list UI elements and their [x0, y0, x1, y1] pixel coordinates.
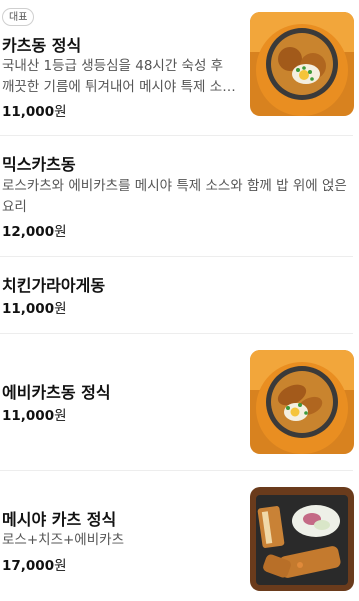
katsu-set-image	[250, 487, 354, 591]
menu-item-name: 믹스카츠동	[2, 155, 76, 174]
menu-item-price: 12,000원	[2, 224, 67, 240]
menu-item-name: 에비카츠동 정식	[2, 383, 111, 402]
menu-item-ebi-katsudon[interactable]: 에비카츠동 정식 11,000원	[0, 334, 359, 469]
menu-item-name: 메시야 카츠 정식	[2, 510, 117, 529]
menu-item-description: 로스+치즈+에비카츠	[2, 532, 124, 548]
menu-item-price: 11,000원	[2, 408, 67, 424]
menu-item-price: 11,000원	[2, 104, 67, 120]
menu-item-mesiya-katsu-set[interactable]: 메시야 카츠 정식 로스+치즈+에비카츠 17,000원	[0, 471, 359, 601]
katsudon-photo[interactable]	[250, 12, 354, 116]
menu-item-mix-katsudon[interactable]: 믹스카츠동 로스카츠와 에비카츠를 메시야 특제 소스와 함께 밥 위에 얹은 …	[0, 136, 359, 255]
katsu-set-photo[interactable]	[250, 487, 354, 591]
menu-item-katsudon[interactable]: 대표 카츠동 정식 국내산 1등급 생등심을 48시간 숙성 후 깨끗한 기름에…	[0, 0, 359, 135]
menu-item-name: 치킨가라아게동	[2, 276, 106, 295]
ebi-katsudon-photo[interactable]	[250, 350, 354, 454]
katsudon-image	[250, 12, 354, 116]
menu-item-description: 국내산 1등급 생등심을 48시간 숙성 후 깨끗한 기름에 튀겨내어 메시야 …	[2, 58, 235, 95]
ebi-katsudon-image	[250, 350, 354, 454]
menu-item-name: 카츠동 정식	[2, 36, 82, 55]
menu-item-chicken-karaage-don[interactable]: 치킨가라아게동 11,000원	[0, 257, 359, 332]
menu-item-price: 11,000원	[2, 301, 67, 317]
menu-item-description: 로스카츠와 에비카츠를 메시야 특제 소스와 함께 밥 위에 얹은 요리	[2, 178, 347, 215]
representative-badge: 대표	[2, 8, 35, 26]
menu-item-price: 17,000원	[2, 558, 67, 574]
